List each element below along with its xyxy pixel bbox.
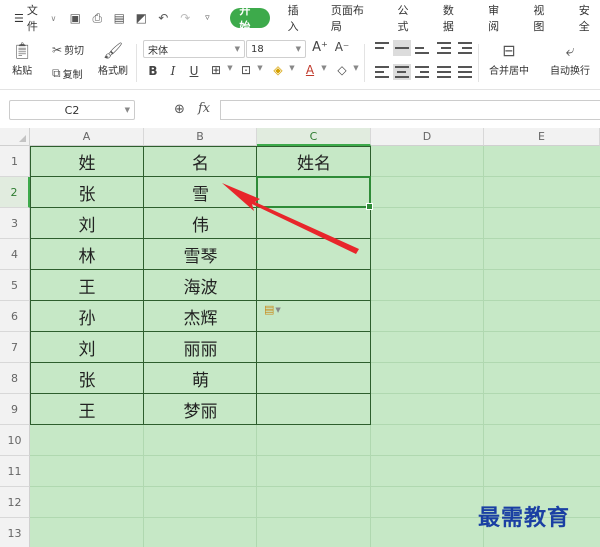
red-arrow-annotation bbox=[222, 183, 359, 254]
arrow-shape bbox=[222, 183, 359, 254]
watermark: 最需教育 bbox=[478, 505, 571, 531]
